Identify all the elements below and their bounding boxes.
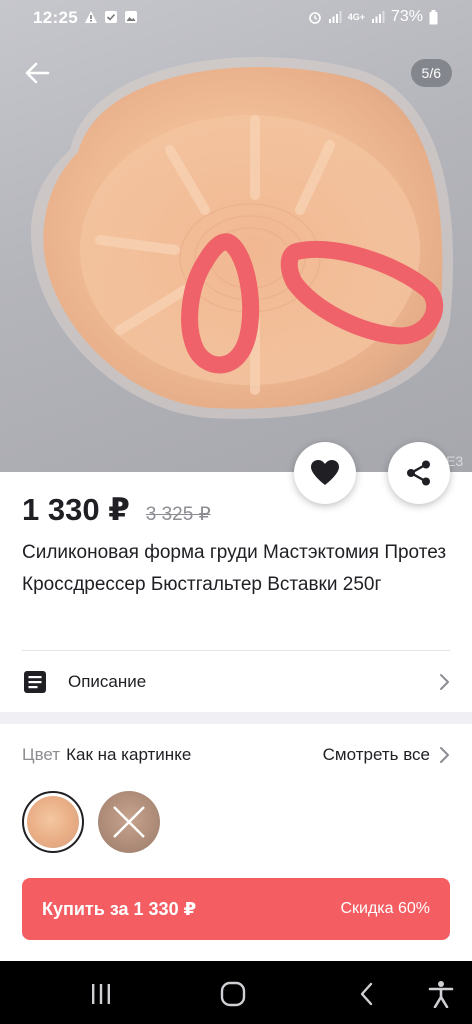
back-button[interactable] [20, 56, 54, 90]
buy-button-label: Купить за 1 330 ₽ [42, 898, 197, 919]
back-chevron-icon [360, 982, 373, 1006]
share-icon [407, 460, 430, 486]
status-time: 12:25 [33, 8, 78, 27]
home-icon [220, 981, 246, 1007]
alarm-icon [308, 12, 321, 24]
home-button[interactable] [218, 979, 248, 1009]
product-image-gallery[interactable]: E3 5/6 [0, 0, 472, 472]
see-all-label: Смотреть все [322, 745, 430, 764]
network-type: 4G+ [347, 12, 365, 22]
product-photo: E3 [30, 56, 463, 469]
signal-icon [371, 11, 385, 23]
battery-percent: 73% [390, 8, 423, 25]
status-bar: 12:25 4G+ 73% [0, 0, 472, 36]
color-row: Цвет Как на картинке Смотреть все [22, 745, 450, 765]
color-label: Цвет [22, 745, 61, 764]
accessibility-button[interactable] [426, 979, 456, 1009]
share-button[interactable] [388, 442, 450, 504]
signal-icon [328, 11, 342, 23]
description-label: Описание [68, 672, 147, 691]
accessibility-icon [428, 981, 454, 1008]
description-row[interactable]: Описание [22, 663, 450, 701]
heart-icon [311, 460, 339, 485]
recent-apps-icon [92, 984, 110, 1004]
color-value: Как на картинке [66, 745, 192, 764]
buy-button[interactable]: Купить за 1 330 ₽ Скидка 60% [22, 878, 450, 940]
chevron-right-icon [440, 747, 449, 763]
color-swatch-selected[interactable] [22, 791, 84, 853]
image-counter: 5/6 [410, 59, 452, 87]
checkbox-icon [105, 11, 117, 23]
section-separator [0, 712, 472, 724]
battery-icon [429, 9, 438, 24]
color-swatch-unavailable[interactable] [98, 791, 160, 853]
price-row: 1 330 ₽ 3 325 ₽ [22, 492, 211, 528]
product-title: Силиконовая форма груди Мастэктомия Прот… [22, 542, 447, 595]
back-nav-button[interactable] [352, 979, 382, 1009]
document-icon [22, 669, 48, 695]
chevron-right-icon [440, 674, 449, 690]
divider [22, 650, 450, 651]
back-arrow-icon [25, 62, 50, 84]
see-all-colors-link[interactable]: Смотреть все [323, 745, 450, 765]
old-price: 3 325 ₽ [145, 504, 211, 525]
current-price: 1 330 ₽ [22, 492, 130, 527]
discount-label: Скидка 60% [340, 900, 430, 917]
recent-apps-button[interactable] [86, 979, 116, 1009]
image-icon [125, 11, 137, 23]
swatch-thumbnail [27, 796, 79, 848]
system-navigation-bar [0, 961, 472, 1024]
color-swatches [22, 791, 160, 853]
favorite-button[interactable] [294, 442, 356, 504]
warning-icon [85, 11, 97, 23]
cross-icon [113, 806, 145, 838]
